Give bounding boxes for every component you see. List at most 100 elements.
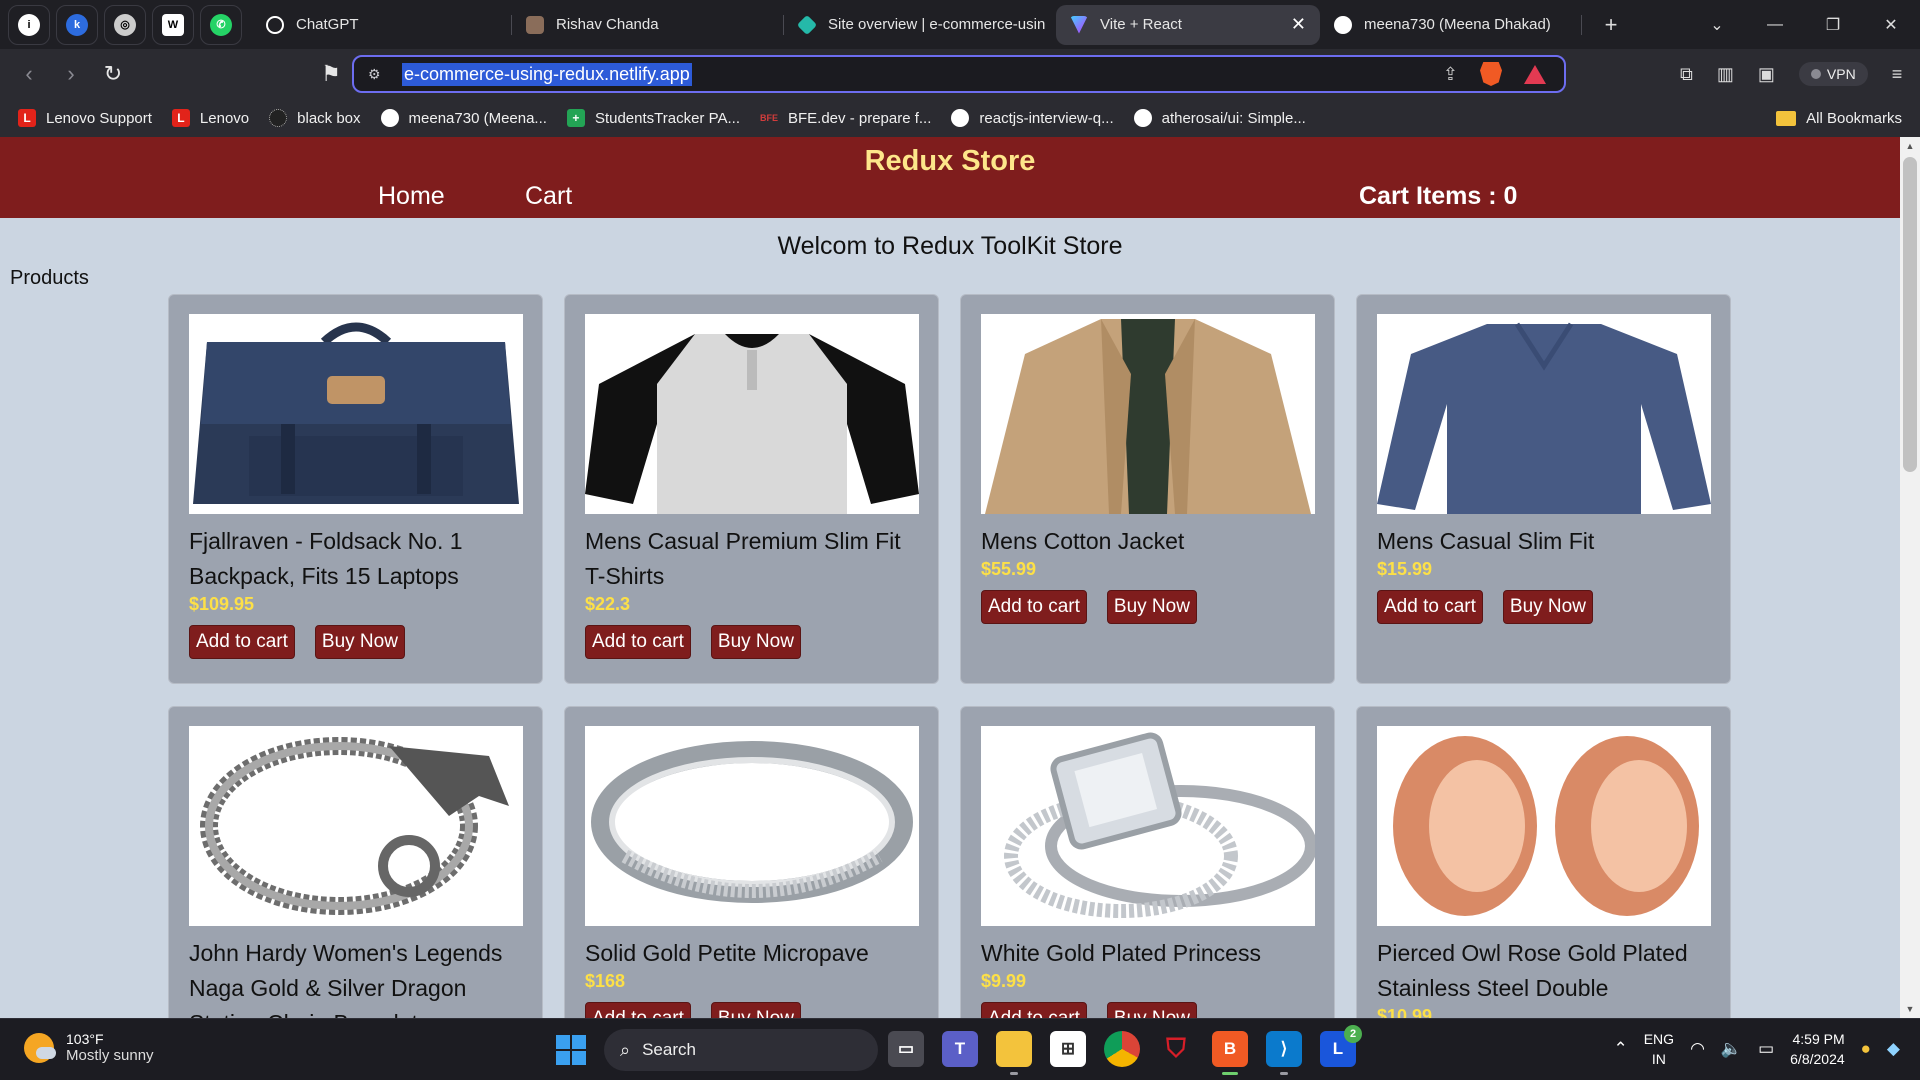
add-to-cart-button[interactable]: Add to cart bbox=[981, 590, 1087, 624]
windows-start-icon[interactable] bbox=[556, 1035, 586, 1065]
pinned-tab-whatsapp[interactable]: ✆ bbox=[200, 4, 242, 45]
brave-shields-icon[interactable] bbox=[1480, 62, 1502, 86]
tab-vite-react[interactable]: Vite + React ✕ bbox=[1056, 4, 1320, 45]
vscode-icon[interactable]: ⟩ bbox=[1266, 1031, 1302, 1075]
new-tab-button[interactable]: + bbox=[1582, 12, 1640, 38]
bookmark-reactjs-interview[interactable]: reactjs-interview-q... bbox=[951, 109, 1114, 127]
mcafee-icon[interactable]: ⛉ bbox=[1158, 1031, 1194, 1067]
tab-site-overview[interactable]: Site overview | e-commerce-usin bbox=[784, 5, 1056, 45]
url-text[interactable]: e-commerce-using-redux.netlify.app bbox=[402, 62, 692, 86]
minimize-button[interactable]: — bbox=[1746, 16, 1804, 34]
w-app-icon: W bbox=[162, 13, 184, 36]
taskbar-search[interactable]: ⌕ Search bbox=[604, 1029, 878, 1071]
toolbar-right: ⧉ ▥ ▣ VPN ≡ bbox=[1680, 62, 1902, 86]
l-app-icon[interactable]: L2 bbox=[1320, 1025, 1362, 1067]
address-bar-actions: ⇪ bbox=[1443, 62, 1546, 86]
add-to-cart-button[interactable]: Add to cart bbox=[981, 1002, 1087, 1018]
notification-bell-icon[interactable]: ● bbox=[1861, 1039, 1871, 1059]
bookmark-black-box[interactable]: black box bbox=[269, 109, 361, 127]
language-indicator[interactable]: ENG IN bbox=[1644, 1029, 1674, 1069]
product-title: Mens Cotton Jacket bbox=[981, 528, 1185, 554]
chevron-up-icon[interactable]: ⌃ bbox=[1613, 1039, 1627, 1059]
bookmark-label: black box bbox=[297, 109, 361, 127]
brave-browser-icon[interactable]: B bbox=[1212, 1031, 1248, 1075]
pinned-tab-w[interactable]: W bbox=[152, 4, 194, 45]
weather-widget[interactable]: 103°F Mostly sunny bbox=[24, 1031, 154, 1064]
product-image-tshirt[interactable] bbox=[585, 314, 919, 514]
teams-icon[interactable]: T bbox=[942, 1031, 978, 1067]
globe-icon: ◎ bbox=[114, 13, 136, 36]
back-button[interactable]: ‹ bbox=[8, 61, 50, 87]
bookmark-lenovo-support[interactable]: L Lenovo Support bbox=[18, 109, 152, 127]
bookmark-studentstracker[interactable]: + StudentsTracker PA... bbox=[566, 109, 740, 127]
add-to-cart-button[interactable]: Add to cart bbox=[585, 1002, 691, 1018]
add-to-cart-button[interactable]: Add to cart bbox=[189, 625, 295, 659]
all-bookmarks[interactable]: All Bookmarks bbox=[1776, 110, 1902, 127]
scroll-up-arrow-icon[interactable]: ▲ bbox=[1900, 141, 1920, 151]
bookmark-lenovo[interactable]: L Lenovo bbox=[171, 109, 249, 127]
pinned-tab-info[interactable]: i bbox=[8, 4, 50, 45]
battery-icon[interactable]: ▭ bbox=[1758, 1039, 1774, 1059]
buy-now-button[interactable]: Buy Now bbox=[1106, 1002, 1197, 1018]
bookmark-github-meena730[interactable]: meena730 (Meena... bbox=[380, 109, 547, 127]
close-tab-icon[interactable]: ✕ bbox=[1291, 14, 1306, 35]
add-to-cart-button[interactable]: Add to cart bbox=[585, 625, 691, 659]
weather-temperature: 103°F bbox=[66, 1031, 104, 1047]
pinned-tab-globe[interactable]: ◎ bbox=[104, 4, 146, 45]
scrollbar-thumb[interactable] bbox=[1903, 157, 1917, 472]
tab-label: Site overview | e-commerce-usin bbox=[828, 16, 1046, 33]
file-explorer-icon[interactable] bbox=[996, 1031, 1032, 1075]
product-image-longsleeve[interactable] bbox=[1377, 314, 1711, 514]
buy-now-button[interactable]: Buy Now bbox=[710, 625, 801, 659]
tab-rishav-chanda[interactable]: Rishav Chanda bbox=[512, 5, 784, 45]
chrome-icon[interactable] bbox=[1104, 1031, 1140, 1067]
cart-items-count: Cart Items : 0 bbox=[1359, 182, 1518, 210]
product-image-backpack[interactable] bbox=[189, 314, 523, 514]
nav-home-link[interactable]: Home bbox=[378, 182, 445, 211]
brave-rewards-icon[interactable] bbox=[1524, 64, 1546, 84]
product-image-bracelet[interactable] bbox=[189, 726, 523, 926]
extensions-icon[interactable]: ⧉ bbox=[1680, 64, 1693, 85]
bookmark-bfe-dev[interactable]: BFE BFE.dev - prepare f... bbox=[760, 109, 931, 127]
tab-chatgpt[interactable]: ChatGPT bbox=[252, 5, 512, 45]
close-window-button[interactable]: ✕ bbox=[1862, 15, 1920, 35]
product-image-jacket[interactable] bbox=[981, 314, 1315, 514]
clock[interactable]: 4:59 PM 6/8/2024 bbox=[1790, 1029, 1845, 1069]
tab-search-chevron-icon[interactable]: ⌄ bbox=[1688, 15, 1746, 35]
vpn-button[interactable]: VPN bbox=[1798, 62, 1868, 86]
product-card: Mens Casual Slim Fit $15.99 Add to cart … bbox=[1356, 294, 1731, 684]
menu-icon[interactable]: ≡ bbox=[1892, 64, 1903, 85]
microsoft-store-icon[interactable]: ⊞ bbox=[1050, 1031, 1086, 1067]
task-view-icon[interactable]: ▭ bbox=[888, 1031, 924, 1067]
wifi-icon[interactable]: ◠ bbox=[1690, 1039, 1705, 1059]
scroll-down-arrow-icon[interactable]: ▼ bbox=[1900, 1004, 1920, 1014]
copilot-icon[interactable]: ◆ bbox=[1887, 1039, 1900, 1059]
product-image-princess-ring[interactable] bbox=[981, 726, 1315, 926]
product-card: Fjallraven - Foldsack No. 1 Backpack, Fi… bbox=[168, 294, 543, 684]
restore-button[interactable]: ❐ bbox=[1804, 15, 1862, 35]
welcome-heading: Welcom to Redux ToolKit Store bbox=[777, 232, 1123, 260]
address-bar[interactable]: ⚙ e-commerce-using-redux.netlify.app ⇪ bbox=[352, 55, 1566, 93]
reload-button[interactable]: ↻ bbox=[92, 61, 134, 87]
volume-icon[interactable]: 🔈 bbox=[1721, 1039, 1742, 1059]
site-settings-icon[interactable]: ⚙ bbox=[368, 66, 394, 83]
product-image-ring[interactable] bbox=[585, 726, 919, 926]
product-title: Fjallraven - Foldsack No. 1 Backpack, Fi… bbox=[189, 528, 463, 589]
bookmark-atherosai[interactable]: atherosai/ui: Simple... bbox=[1133, 109, 1306, 127]
product-image-ear-plugs[interactable] bbox=[1377, 726, 1711, 926]
forward-button[interactable]: › bbox=[50, 61, 92, 87]
buy-now-button[interactable]: Buy Now bbox=[710, 1002, 801, 1018]
buy-now-button[interactable]: Buy Now bbox=[1502, 590, 1593, 624]
bookmark-icon[interactable]: ⚑ bbox=[310, 61, 352, 87]
search-icon: ⌕ bbox=[620, 1039, 631, 1060]
pinned-tab-k[interactable]: k bbox=[56, 4, 98, 45]
wallet-icon[interactable]: ▣ bbox=[1758, 64, 1775, 85]
page-scrollbar[interactable]: ▲ ▼ bbox=[1900, 137, 1920, 1018]
sidebar-icon[interactable]: ▥ bbox=[1717, 64, 1734, 85]
tab-github-meena730[interactable]: meena730 (Meena Dhakad) bbox=[1320, 5, 1582, 45]
buy-now-button[interactable]: Buy Now bbox=[314, 625, 405, 659]
add-to-cart-button[interactable]: Add to cart bbox=[1377, 590, 1483, 624]
buy-now-button[interactable]: Buy Now bbox=[1106, 590, 1197, 624]
share-icon[interactable]: ⇪ bbox=[1443, 64, 1458, 85]
nav-cart-link[interactable]: Cart bbox=[525, 182, 572, 211]
